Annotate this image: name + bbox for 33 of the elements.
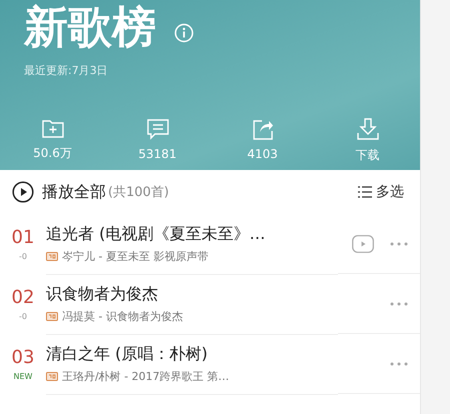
quality-badge-icon — [46, 372, 58, 380]
rank-change: NEW — [14, 372, 32, 381]
download-icon[interactable] — [356, 117, 380, 141]
rank-number: 03 — [12, 347, 34, 368]
quality-badge-icon — [46, 312, 58, 320]
comment-icon[interactable] — [146, 117, 170, 141]
more-icon[interactable] — [390, 362, 408, 366]
rank-change: -0 — [19, 252, 27, 261]
list-icon[interactable] — [358, 186, 372, 198]
video-play-icon[interactable] — [352, 234, 374, 252]
play-icon[interactable] — [12, 181, 34, 203]
quality-badge-icon — [46, 252, 58, 260]
stat-label: 4103 — [247, 147, 278, 161]
song-title[interactable]: 清白之年 (原唱：朴树) — [46, 344, 338, 364]
chart-title: 新歌榜 — [24, 2, 157, 55]
play-all-link[interactable]: 播放全部 — [42, 182, 106, 202]
more-icon[interactable] — [390, 242, 408, 246]
song-artist-album: 王珞丹/朴树 - 2017跨界歌王 第… — [62, 368, 230, 384]
song-title[interactable]: 识食物者为俊杰 — [46, 284, 338, 304]
stat-label: 下载 — [356, 147, 380, 164]
rank-number: 02 — [12, 287, 34, 308]
song-count: (共100首) — [108, 184, 169, 201]
rank-number: 01 — [12, 227, 34, 248]
stat-label: 50.6万 — [33, 145, 72, 162]
song-artist-album: 岑宁儿 - 夏至未至 影视原声带 — [62, 248, 208, 264]
more-icon[interactable] — [390, 302, 408, 306]
song-title[interactable]: 追光者 (电视剧《夏至未至》… — [46, 224, 338, 244]
stat-label: 53181 — [138, 147, 177, 161]
info-icon[interactable] — [174, 23, 194, 44]
song-artist-album: 冯提莫 - 识食物者为俊杰 — [62, 308, 183, 324]
update-date: 最近更新:7月3日 — [24, 62, 109, 78]
multi-select-link[interactable]: 多选 — [376, 183, 404, 201]
rank-change: -0 — [19, 312, 27, 321]
